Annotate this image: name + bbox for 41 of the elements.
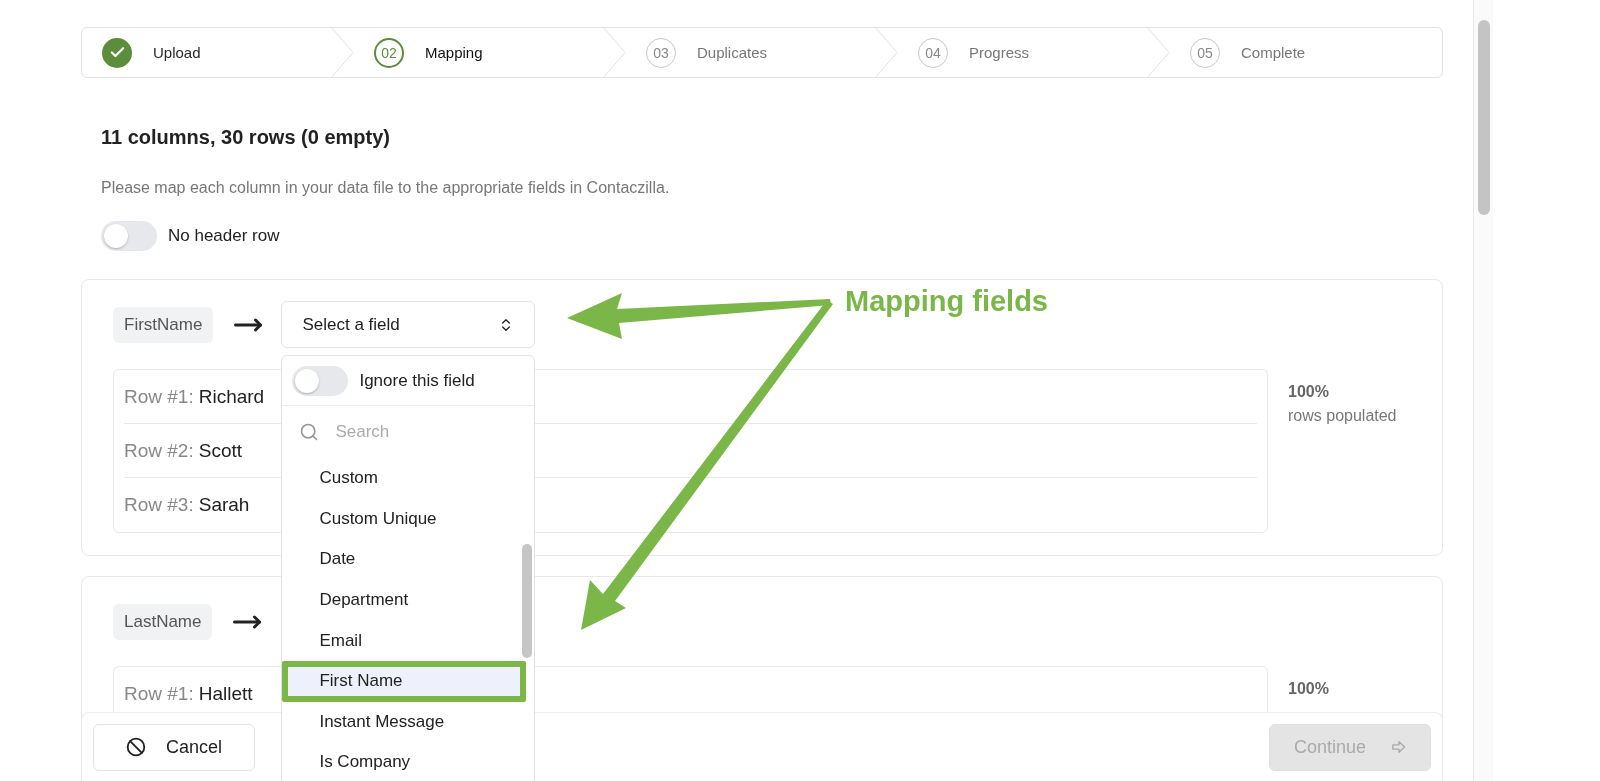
- search-icon: [299, 422, 320, 442]
- row-value: Sarah: [198, 494, 250, 516]
- percent-value: 100%: [1288, 383, 1330, 401]
- cancel-icon: [126, 736, 146, 758]
- annotation-label: Mapping fields: [845, 285, 1048, 318]
- cancel-button[interactable]: Cancel: [93, 723, 255, 771]
- summary-heading: 11 columns, 30 rows (0 empty): [100, 126, 391, 149]
- dropdown-option[interactable]: Custom Unique: [282, 498, 521, 540]
- column-name: LastName: [113, 603, 213, 640]
- toggle-label: No header row: [168, 226, 280, 246]
- row-label: Row #1:: [124, 683, 194, 705]
- percent-value: 100%: [1288, 680, 1329, 698]
- column-name: FirstName: [113, 306, 214, 343]
- row-value: Scott: [198, 439, 242, 462]
- dropdown-option[interactable]: Email: [282, 620, 521, 661]
- scrollbar-thumb[interactable]: [1478, 20, 1490, 215]
- step-label: Complete: [1241, 44, 1306, 61]
- toggle-switch[interactable]: [292, 365, 349, 396]
- scrollbar-thumb[interactable]: [522, 544, 533, 658]
- dropdown-option[interactable]: Date: [282, 539, 521, 580]
- instructions-text: Please map each column in your data file to the appropriate fields in Contaczilla.: [100, 179, 671, 197]
- dropdown-option[interactable]: First Name: [282, 660, 527, 702]
- row-label: Row #3:: [124, 494, 194, 516]
- step-label: Upload: [153, 44, 201, 61]
- row-value: Richard: [198, 385, 265, 408]
- step-label: Duplicates: [697, 44, 768, 61]
- dropdown-option[interactable]: Department: [282, 579, 521, 621]
- field-select[interactable]: Select a field: [281, 301, 536, 348]
- toggle-switch[interactable]: [101, 221, 157, 251]
- arrow-icon: [1392, 740, 1406, 754]
- row-value: Hallett: [198, 683, 253, 705]
- toggle-label: Ignore this field: [359, 370, 475, 391]
- row-label: Row #1:: [124, 385, 194, 408]
- dropdown-option[interactable]: Is Company: [282, 742, 521, 781]
- row-label: Row #2:: [124, 439, 194, 462]
- step-number: 02: [374, 37, 404, 68]
- dropdown-option[interactable]: Custom: [282, 458, 521, 499]
- stat-caption: rows populated: [1288, 407, 1397, 425]
- dropdown-option[interactable]: Instant Message: [282, 701, 521, 743]
- step-label: Mapping: [425, 44, 483, 61]
- step-label: Progress: [969, 44, 1030, 61]
